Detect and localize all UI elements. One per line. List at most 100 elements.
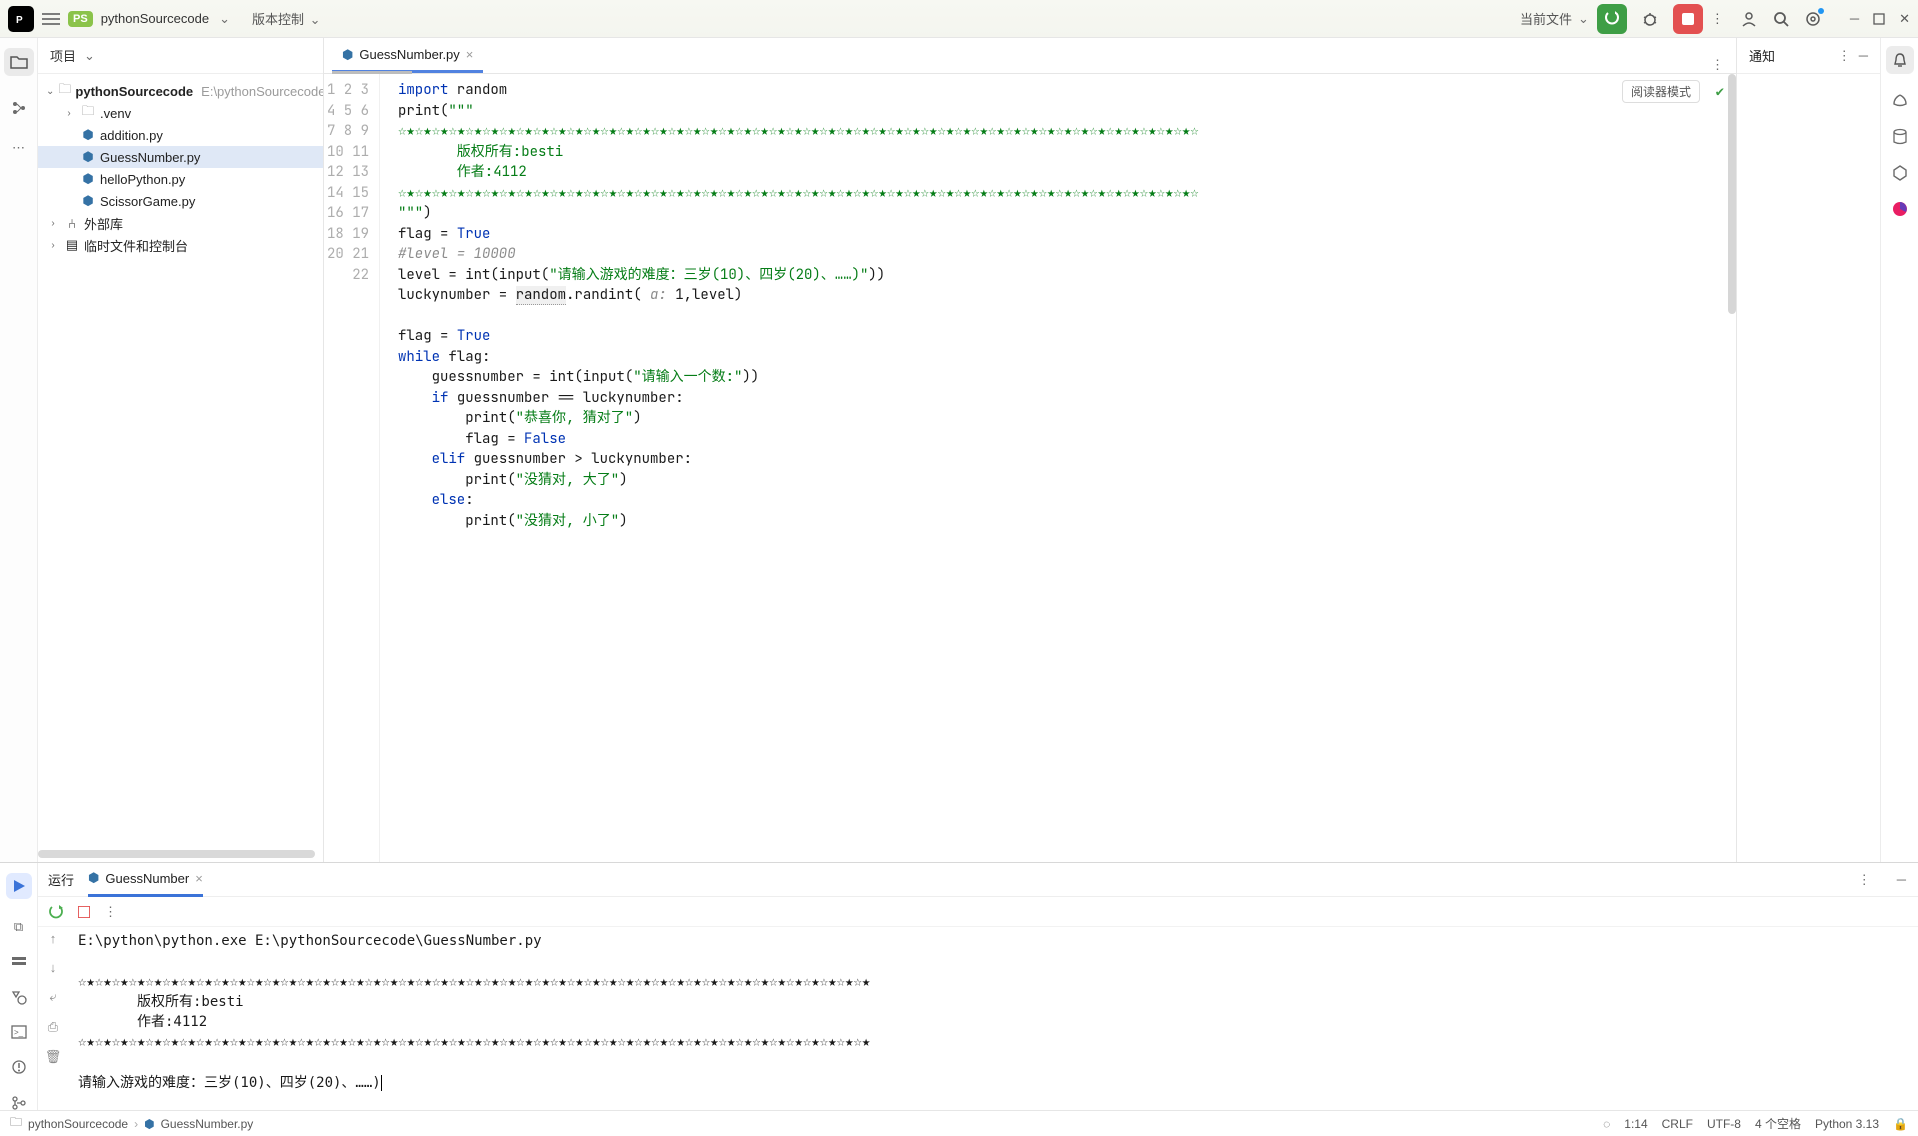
tree-scratch[interactable]: ›▤ 临时文件和控制台 bbox=[38, 234, 323, 256]
more-icon[interactable]: ⋮ bbox=[1711, 11, 1724, 27]
v-scrollbar[interactable] bbox=[1728, 74, 1736, 314]
run-tab[interactable]: ⬢ GuessNumber × bbox=[88, 863, 203, 897]
python-console-icon[interactable]: ⧉ bbox=[14, 919, 23, 935]
project-panel-header: 项目 ⌄ bbox=[38, 38, 323, 74]
editor-tabs: ⬢ GuessNumber.py × ⋮ bbox=[324, 38, 1736, 74]
h-scrollbar[interactable] bbox=[38, 850, 315, 858]
project-tool-icon[interactable] bbox=[4, 48, 34, 76]
run-config-selector[interactable]: 当前文件⌄ bbox=[1520, 9, 1589, 28]
file-encoding[interactable]: UTF-8 bbox=[1707, 1117, 1741, 1131]
python-file-icon: ⬢ bbox=[80, 149, 96, 165]
minimize-panel-icon[interactable]: ─ bbox=[1859, 48, 1868, 63]
trash-icon[interactable]: 🗑 bbox=[45, 1049, 62, 1065]
run-body: 运行 ⬢ GuessNumber × ⋮ ─ ⋮ ↑ ↓ ⤶ ⎙ 🗑 E:\py… bbox=[38, 863, 1918, 1110]
up-icon[interactable]: ↑ bbox=[50, 931, 57, 946]
caret-position[interactable]: 1:14 bbox=[1624, 1117, 1647, 1131]
reader-mode-badge[interactable]: 阅读器模式 bbox=[1622, 80, 1700, 103]
left-toolbar: ⋯ bbox=[0, 38, 38, 862]
ai-assistant-icon[interactable] bbox=[1891, 92, 1909, 110]
tree-root[interactable]: ⌄ 🗀 pythonSourcecode E:\pythonSourcecode bbox=[38, 80, 323, 102]
python-interpreter[interactable]: Python 3.13 bbox=[1815, 1117, 1879, 1131]
svg-text:P: P bbox=[16, 15, 23, 26]
folder-icon: 🗀 bbox=[58, 80, 71, 102]
wrap-icon[interactable]: ⤶ bbox=[49, 989, 56, 1005]
vcs-tool-icon[interactable] bbox=[11, 1095, 27, 1111]
more-icon[interactable]: ⋮ bbox=[1838, 48, 1851, 64]
project-name[interactable]: pythonSourcecode bbox=[101, 11, 209, 26]
topbar: P PS pythonSourcecode ⌄ 版本控制 ⌄ 当前文件⌄ ⋮ ─… bbox=[0, 0, 1918, 38]
minimize-panel-icon[interactable]: ─ bbox=[1897, 872, 1906, 887]
run-button[interactable] bbox=[1597, 4, 1627, 34]
python-file-icon: ⬢ bbox=[342, 47, 353, 63]
root-path: E:\pythonSourcecode bbox=[201, 84, 323, 99]
maximize-icon[interactable] bbox=[1873, 13, 1885, 25]
more-icon[interactable]: ⋮ bbox=[104, 904, 117, 920]
folder-icon: 🗀 bbox=[10, 1113, 22, 1134]
tree-file[interactable]: ⬢ helloPython.py bbox=[38, 168, 323, 190]
terminal-icon[interactable]: >_ bbox=[11, 1025, 27, 1039]
close-tab-icon[interactable]: × bbox=[195, 871, 203, 886]
more-tools-icon[interactable]: ⋯ bbox=[12, 140, 25, 156]
item-label: 外部库 bbox=[84, 214, 123, 233]
library-icon: ⑃ bbox=[64, 216, 80, 231]
inspection-ok-icon[interactable]: ✔ bbox=[1716, 83, 1724, 101]
status-bar: 🗀 pythonSourcecode › ⬢ GuessNumber.py ◌ … bbox=[0, 1110, 1918, 1136]
structure-icon[interactable] bbox=[11, 100, 27, 116]
console-wrap: ↑ ↓ ⤶ ⎙ 🗑 E:\python\python.exe E:\python… bbox=[38, 927, 1918, 1110]
search-icon[interactable] bbox=[1772, 10, 1790, 28]
run-tool-window: ⧉ >_ 运行 ⬢ GuessNumber × ⋮ ─ ⋮ ↑ ↓ bbox=[0, 862, 1918, 1110]
notifications-icon[interactable] bbox=[1886, 46, 1914, 74]
settings-icon[interactable] bbox=[1804, 10, 1822, 28]
project-panel-title: 项目 bbox=[50, 46, 76, 65]
editor-tab[interactable]: ⬢ GuessNumber.py × bbox=[332, 39, 483, 73]
tree-file[interactable]: ⬢ GuessNumber.py bbox=[38, 146, 323, 168]
print-icon[interactable]: ⎙ bbox=[48, 1019, 58, 1035]
run-left-toolbar: ⧉ >_ bbox=[0, 863, 38, 1110]
services-icon[interactable] bbox=[11, 955, 27, 969]
minimize-icon[interactable]: ─ bbox=[1850, 11, 1859, 26]
plugin-icon[interactable] bbox=[1891, 164, 1909, 182]
python-file-icon: ⬢ bbox=[144, 1117, 154, 1131]
more-icon[interactable]: ⋮ bbox=[1858, 872, 1871, 888]
chevron-down-icon[interactable]: ⌄ bbox=[84, 48, 95, 64]
project-badge: PS bbox=[68, 11, 93, 27]
hamburger-icon[interactable] bbox=[42, 12, 60, 26]
python-file-icon: ⬢ bbox=[80, 171, 96, 187]
crumb-file: GuessNumber.py bbox=[161, 1117, 254, 1131]
right-toolbar bbox=[1880, 38, 1918, 862]
close-window-icon[interactable]: ✕ bbox=[1899, 11, 1910, 27]
run-config-icon[interactable] bbox=[11, 989, 27, 1005]
chevron-down-icon[interactable]: ⌄ bbox=[219, 11, 230, 27]
python-file-icon: ⬢ bbox=[80, 193, 96, 209]
progress-icon[interactable]: ◌ bbox=[1603, 1117, 1610, 1131]
lock-icon[interactable]: 🔒 bbox=[1893, 1117, 1908, 1131]
tab-more-icon[interactable]: ⋮ bbox=[1711, 57, 1724, 73]
code-content[interactable]: import random print(""" ☆★☆★☆★☆★☆★☆★☆★☆★… bbox=[380, 74, 1736, 862]
project-tree[interactable]: ⌄ 🗀 pythonSourcecode E:\pythonSourcecode… bbox=[38, 74, 323, 850]
breadcrumb[interactable]: 🗀 pythonSourcecode › ⬢ GuessNumber.py bbox=[10, 1113, 253, 1134]
code-editor[interactable]: 1 2 3 4 5 6 7 8 9 10 11 12 13 14 15 16 1… bbox=[324, 74, 1736, 862]
close-tab-icon[interactable]: × bbox=[466, 47, 474, 62]
stop-button[interactable] bbox=[1673, 4, 1703, 34]
run-tool-icon[interactable] bbox=[6, 873, 32, 899]
vcs-menu[interactable]: 版本控制 ⌄ bbox=[252, 9, 321, 28]
notifications-panel: 通知 ⋮ ─ bbox=[1736, 38, 1880, 862]
rerun-icon[interactable] bbox=[48, 904, 64, 920]
item-label: helloPython.py bbox=[100, 172, 185, 187]
tab-label: GuessNumber.py bbox=[359, 47, 459, 62]
debug-button[interactable] bbox=[1635, 4, 1665, 34]
stop-icon[interactable] bbox=[78, 906, 90, 918]
database-icon[interactable] bbox=[1892, 128, 1908, 146]
app-icon[interactable]: P bbox=[8, 6, 34, 32]
indent-info[interactable]: 4 个空格 bbox=[1755, 1115, 1801, 1132]
code-with-me-icon[interactable] bbox=[1740, 10, 1758, 28]
pie-icon[interactable] bbox=[1891, 200, 1909, 218]
tree-ext-libs[interactable]: ›⑃ 外部库 bbox=[38, 212, 323, 234]
tree-file[interactable]: ⬢ ScissorGame.py bbox=[38, 190, 323, 212]
console-output[interactable]: E:\python\python.exe E:\pythonSourcecode… bbox=[68, 927, 1918, 1110]
problems-icon[interactable] bbox=[11, 1059, 27, 1075]
tree-folder[interactable]: ›🗀 .venv bbox=[38, 102, 323, 124]
down-icon[interactable]: ↓ bbox=[50, 960, 57, 975]
tree-file[interactable]: ⬢ addition.py bbox=[38, 124, 323, 146]
line-separator[interactable]: CRLF bbox=[1662, 1117, 1693, 1131]
